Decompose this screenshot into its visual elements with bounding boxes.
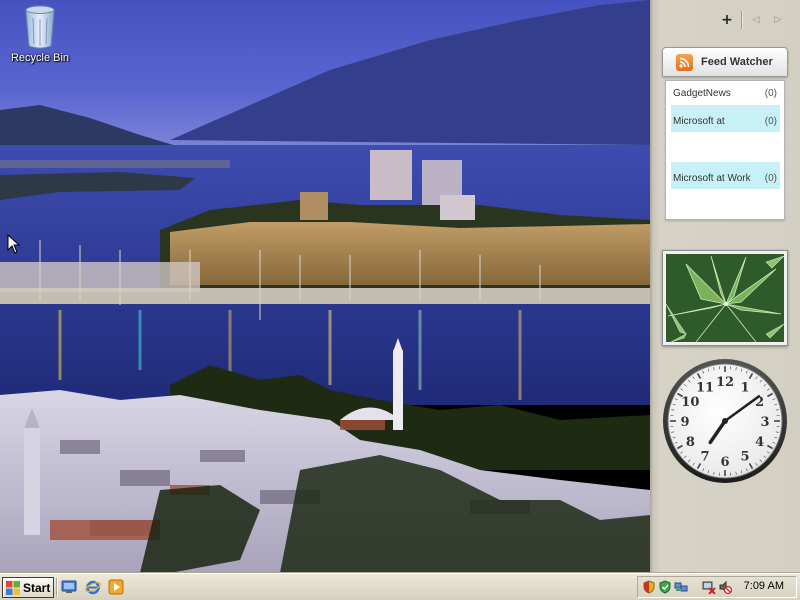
security-shield-icon [643, 580, 655, 594]
rss-icon [676, 53, 693, 71]
taskbar-clock[interactable]: 7:09 AM [744, 580, 784, 592]
windows-sidebar: + ◁ ▷ Feed Watcher GadgetNews (0) Micros… [650, 0, 800, 573]
mouse-cursor-icon [7, 234, 20, 254]
clock-numeral: 1 [740, 380, 749, 395]
internet-explorer-icon [85, 580, 101, 595]
clock-numeral: 3 [760, 415, 769, 430]
windows-logo-icon [6, 580, 20, 595]
feed-watcher-gadget[interactable]: Feed Watcher GadgetNews (0) Microsoft at… [662, 47, 788, 221]
security-shield-button[interactable] [641, 579, 657, 595]
chevron-left-icon: ◁ [752, 15, 760, 25]
feed-watcher-header[interactable]: Feed Watcher [662, 47, 788, 77]
feed-watcher-title: Feed Watcher [701, 56, 773, 68]
chevron-right-icon: ▷ [774, 15, 782, 25]
clock-numeral: 7 [700, 450, 709, 465]
desktop[interactable]: Recycle Bin [0, 0, 650, 573]
show-desktop-icon [61, 580, 77, 593]
network-disconnected-icon [702, 581, 716, 594]
feed-item-count: (0) [764, 116, 777, 127]
start-label: Start [23, 580, 51, 595]
clock-gadget[interactable]: 12 1234567891011 [662, 358, 788, 484]
clock-numeral: 11 [696, 380, 714, 395]
next-page-button[interactable]: ▷ [770, 11, 786, 29]
clock-numeral: 10 [681, 395, 699, 410]
feed-item[interactable]: Microsoft at (0) [671, 105, 780, 132]
recycle-bin-label: Recycle Bin [10, 52, 70, 64]
feed-item-count: (0) [764, 88, 777, 99]
sidebar-controls-divider [741, 11, 742, 29]
clock-numeral: 6 [720, 455, 729, 470]
slideshow-image-leaves [666, 254, 784, 342]
network-icon [674, 582, 688, 592]
feed-item-name: GadgetNews [673, 88, 731, 99]
security-center-icon [659, 580, 671, 594]
network-disconnected-button[interactable] [701, 579, 717, 595]
desktop-wallpaper [0, 0, 650, 573]
clock-center-pin [722, 418, 728, 424]
feed-item-name: Microsoft at [673, 116, 725, 127]
feed-item-name: Microsoft at Work [673, 173, 751, 184]
sidebar-controls: + ◁ ▷ [719, 10, 786, 30]
add-icon: + [721, 12, 733, 28]
clock-numeral: 4 [755, 435, 764, 450]
security-center-button[interactable] [657, 579, 673, 595]
recycle-bin[interactable]: Recycle Bin [6, 4, 74, 64]
recycle-bin-icon [25, 5, 55, 49]
slideshow-gadget[interactable] [662, 250, 788, 346]
internet-explorer-button[interactable] [84, 578, 102, 596]
network-button[interactable] [673, 579, 689, 595]
media-player-icon [108, 579, 124, 595]
start-button[interactable]: Start [2, 577, 54, 598]
taskbar: Start 7:09 AM [0, 573, 800, 600]
feed-item-count: (0) [764, 173, 777, 184]
clock-numeral: 8 [686, 435, 695, 450]
media-player-button[interactable] [107, 578, 125, 596]
previous-page-button[interactable]: ◁ [748, 11, 764, 29]
clock-numeral: 9 [680, 415, 689, 430]
add-gadget-button[interactable]: + [719, 11, 735, 29]
clock-numeral: 5 [740, 450, 749, 465]
clock-numeral: 12 [716, 375, 734, 390]
volume-muted-icon [719, 580, 732, 594]
feed-list: GadgetNews (0) Microsoft at (0) Microsof… [662, 80, 788, 220]
quick-launch-divider [56, 578, 58, 597]
system-tray: 7:09 AM [637, 576, 797, 598]
feed-item[interactable]: GadgetNews (0) [671, 86, 780, 102]
volume-button[interactable] [717, 579, 733, 595]
show-desktop-button[interactable] [60, 578, 78, 596]
feed-item[interactable]: Microsoft at Work (0) [671, 162, 780, 189]
